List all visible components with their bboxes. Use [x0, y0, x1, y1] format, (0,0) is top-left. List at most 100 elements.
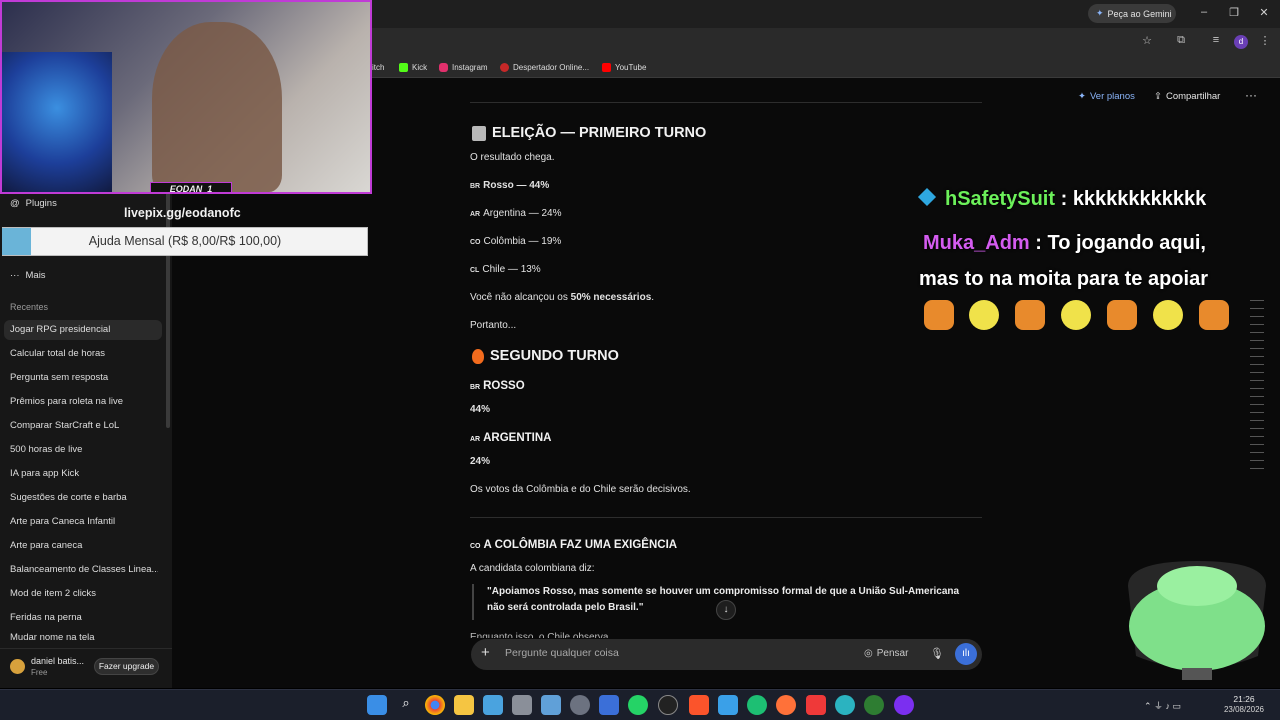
cat-emote-icon [1107, 300, 1137, 330]
recent-chat-item[interactable]: Comparar StarCraft e LoL [0, 416, 158, 436]
conversation-options-icon[interactable]: ··· [1245, 88, 1257, 102]
user-plan: Free [31, 668, 48, 677]
flag-br-icon: BR [470, 384, 481, 391]
streamer-webcam-figure [152, 22, 282, 192]
system-tray-icon[interactable]: ⌃ ⏚ ♪ ▭ [1144, 699, 1181, 712]
paragraph-resultado: O resultado chega. [470, 152, 555, 163]
fire-icon [472, 348, 484, 364]
chat-message: hSafetySuit : kkkkkkkkkkkk [917, 187, 1207, 211]
bookmark-youtube[interactable]: YouTube [602, 59, 646, 75]
app-icon[interactable] [718, 695, 738, 715]
prompt-composer: + ◎Pensar 🎙 ılı [471, 639, 982, 670]
heading-colombia: CO A COLÔMBIA FAZ UMA EXIGÊNCIA [470, 539, 678, 551]
streamer-avatar-art [2, 52, 112, 192]
snipping-tool-icon[interactable] [541, 695, 561, 715]
kick-icon [399, 62, 408, 72]
voice-mode-button[interactable]: ılı [955, 643, 977, 665]
ask-gemini-label: Peça ao Gemini [1107, 8, 1172, 19]
recent-chat-item[interactable]: Sugestões de corte e barba [0, 488, 158, 508]
bookmark-despertador[interactable]: Despertador Online... [500, 59, 589, 75]
photos-icon[interactable] [483, 695, 503, 715]
webcam-overlay: EODAN_1 [0, 0, 372, 194]
message-minimap[interactable] [1250, 300, 1264, 470]
ver-planos-button[interactable]: ✦ Ver planos [1078, 91, 1135, 102]
paragraph-cut: Enquanto isso, o Chile observa... [470, 632, 617, 638]
microphone-icon[interactable]: 🎙 [930, 647, 944, 660]
edge-icon[interactable] [747, 695, 767, 715]
whatsapp-icon[interactable] [628, 695, 648, 715]
bookmark-twitch[interactable]: itch [372, 59, 384, 75]
add-attachment-icon[interactable]: + [481, 644, 490, 661]
extensions-icon[interactable]: ⧉ [1173, 34, 1189, 47]
start-menu-icon[interactable] [367, 695, 387, 715]
sidebar-item-mais[interactable]: ··· Mais [0, 266, 158, 286]
browser-app-icon[interactable] [835, 695, 855, 715]
recent-chat-item[interactable]: 500 horas de live [0, 440, 158, 460]
paragraph-nao-alcancou: Você não alcançou os 50% necessários. [470, 292, 655, 303]
sidebar-divider [0, 648, 172, 649]
chat-message: Muka_Adm : To jogando aqui, [923, 232, 1206, 254]
share-button[interactable]: ⇪ Compartilhar [1154, 91, 1220, 102]
obs-icon[interactable] [658, 695, 678, 715]
sidebar-scrollbar[interactable] [166, 158, 170, 428]
taskbar-clock-date[interactable]: 23/08/2026 [1220, 705, 1268, 714]
profile-avatar[interactable]: d [1234, 35, 1248, 49]
recent-chat-item[interactable]: Pergunta sem resposta [0, 368, 158, 388]
recent-chat-item[interactable]: Mudar nome na tela [0, 632, 158, 644]
recent-chat-item[interactable]: Arte para Caneca Infantil [0, 512, 158, 532]
sparkle-icon: ✦ [1078, 91, 1086, 102]
recent-chat-item[interactable]: Feridas na perna [0, 608, 158, 628]
recent-chat-item[interactable]: Balanceamento de Classes Linea... [0, 560, 158, 580]
close-icon[interactable]: ✕ [1256, 6, 1272, 19]
chrome-icon[interactable] [425, 695, 445, 715]
taskbar-clock-time[interactable]: 21:26 [1220, 694, 1268, 704]
app-icon[interactable] [864, 695, 884, 715]
content-divider [470, 102, 982, 103]
vivaldi-icon[interactable] [806, 695, 826, 715]
clock-icon [500, 62, 509, 72]
settings-gear-icon[interactable] [570, 695, 590, 715]
chat-text: kkkkkkkkkkkk [1072, 188, 1207, 210]
browser-menu-icon[interactable]: ⋮ [1257, 34, 1273, 47]
firefox-icon[interactable] [776, 695, 796, 715]
brave-icon[interactable] [689, 695, 709, 715]
scroll-down-button[interactable]: ↓ [716, 600, 736, 620]
ask-gemini-button[interactable]: ✦ Peça ao Gemini [1088, 4, 1176, 23]
app-icon[interactable] [894, 695, 914, 715]
lightbulb-icon: ◎ [864, 648, 873, 659]
recent-chat-item[interactable]: IA para app Kick [0, 464, 158, 484]
user-avatar[interactable] [10, 659, 25, 674]
upgrade-button[interactable]: Fazer upgrade [94, 658, 159, 675]
more-icon: ··· [10, 270, 20, 281]
chat-username: hSafetySuit [945, 188, 1056, 210]
flag-co-icon: CO [470, 239, 481, 246]
clipboard-icon [472, 125, 486, 141]
recent-chat-item[interactable]: Calcular total de horas [0, 344, 158, 364]
file-explorer-icon[interactable] [454, 695, 474, 715]
argentina-percentage: 24% [470, 456, 491, 467]
plugins-icon: @ [10, 198, 20, 209]
instagram-icon [439, 62, 448, 72]
restore-icon[interactable]: ❐ [1226, 6, 1242, 19]
result-item: AR Argentina — 24% [470, 208, 562, 219]
share-icon: ⇪ [1154, 91, 1162, 102]
result-item: CO Colômbia — 19% [470, 236, 562, 247]
think-button[interactable]: ◎ Pensar [864, 648, 908, 659]
recent-chat-item[interactable]: Jogar RPG presidencial [4, 320, 162, 340]
recent-chat-item[interactable]: Arte para caneca [0, 536, 158, 556]
bookmark-instagram[interactable]: Instagram [439, 59, 488, 75]
bee-emote-icon [969, 300, 999, 330]
bookmark-kick[interactable]: Kick [399, 59, 427, 75]
cat-emote-icon [1015, 300, 1045, 330]
recent-chat-item[interactable]: Prêmios para roleta na live [0, 392, 158, 412]
minimize-icon[interactable]: – [1196, 6, 1212, 18]
recent-chat-item[interactable]: Mod de item 2 clicks [0, 584, 158, 604]
prompt-input[interactable] [505, 647, 805, 659]
bookmark-star-icon[interactable]: ☆ [1139, 34, 1155, 47]
result-item: CL Chile — 13% [470, 264, 541, 275]
reading-list-icon[interactable]: ≡ [1208, 34, 1224, 46]
calculator-icon[interactable] [512, 695, 532, 715]
flag-cl-icon: CL [470, 267, 480, 274]
search-icon[interactable]: ⌕ [396, 695, 416, 715]
store-icon[interactable] [599, 695, 619, 715]
